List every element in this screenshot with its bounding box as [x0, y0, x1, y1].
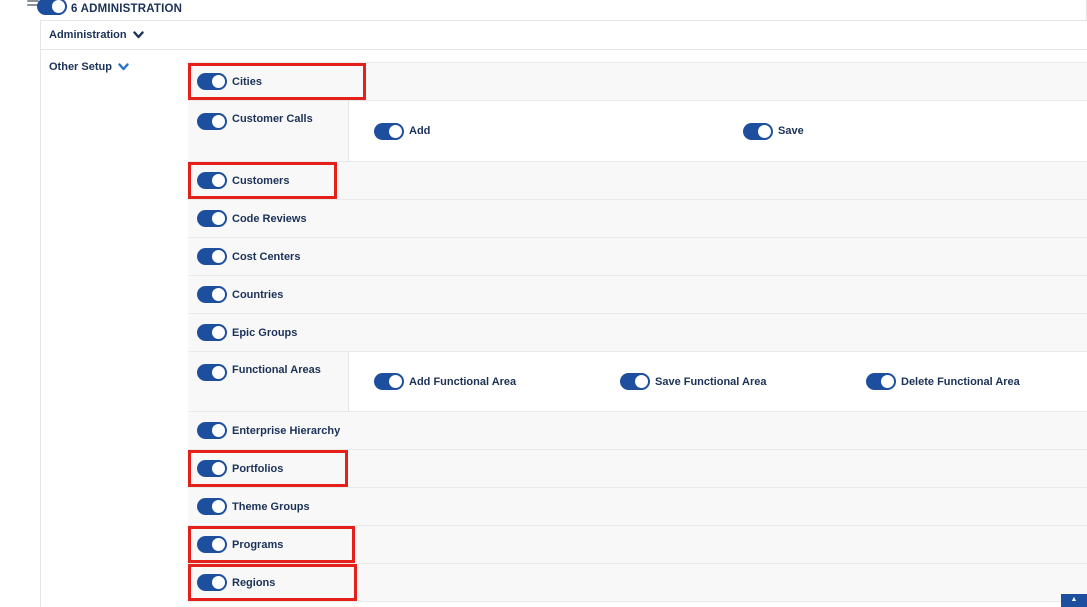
row-label: Functional Areas	[232, 364, 321, 376]
row-customer-calls: Customer Calls Add Save	[188, 101, 1087, 162]
row-customers: Customers	[188, 162, 1087, 200]
row-cost-centers: Cost Centers	[188, 238, 1087, 276]
row-label: Customers	[232, 175, 289, 187]
toggle-theme-groups[interactable]	[197, 498, 226, 515]
toggle-customers[interactable]	[197, 172, 226, 189]
toggle-enterprise-hierarchy[interactable]	[197, 422, 226, 439]
administration-panel: Administration Other Setup Cities	[40, 20, 1087, 607]
highlight-box: Portfolios	[188, 450, 348, 487]
toggle-cities[interactable]	[197, 73, 226, 90]
row-portfolios: Portfolios	[188, 450, 1087, 488]
row-label: Enterprise Hierarchy	[232, 425, 340, 437]
toggle-cost-centers[interactable]	[197, 248, 226, 265]
row-epic-groups: Epic Groups	[188, 314, 1087, 352]
row-label: Programs	[232, 539, 283, 551]
toggle-customer-calls[interactable]	[197, 113, 226, 130]
row-label: Theme Groups	[232, 501, 310, 513]
toggle-customer-calls-add[interactable]	[374, 123, 403, 140]
toggle-code-reviews[interactable]	[197, 210, 226, 227]
toggle-epic-groups[interactable]	[197, 324, 226, 341]
toggle-portfolios[interactable]	[197, 460, 226, 477]
functional-areas-subpanel: Add Functional Area Save Functional Area…	[348, 352, 1087, 411]
toggle-add-functional-area[interactable]	[374, 373, 403, 390]
customer-calls-subpanel: Add Save	[348, 101, 1087, 161]
sidebar-title-label: Other Setup	[49, 61, 112, 73]
page-title: 6 ADMINISTRATION	[71, 0, 182, 15]
row-countries: Countries	[188, 276, 1087, 314]
row-label: Portfolios	[232, 463, 283, 475]
row-label: Cities	[232, 76, 262, 88]
toggle-customer-calls-save[interactable]	[743, 123, 772, 140]
section-title: Administration	[49, 29, 127, 41]
chevron-down-icon	[118, 63, 129, 71]
toggle-programs[interactable]	[197, 536, 226, 553]
row-programs: Programs	[188, 526, 1087, 564]
highlight-box: Cities	[188, 63, 366, 100]
sub-label: Save	[778, 125, 804, 137]
row-functional-areas: Functional Areas Add Functional Area Sav…	[188, 352, 1087, 412]
toggle-functional-areas[interactable]	[197, 364, 226, 381]
toggle-administration-master[interactable]	[37, 0, 66, 15]
highlight-box: Customers	[188, 162, 337, 199]
sub-label: Save Functional Area	[655, 376, 766, 388]
toggle-regions[interactable]	[197, 574, 226, 591]
highlight-box: Programs	[188, 526, 355, 563]
chevron-down-icon	[133, 31, 144, 39]
sub-label: Delete Functional Area	[901, 376, 1020, 388]
row-label: Customer Calls	[232, 113, 313, 125]
row-label: Cost Centers	[232, 251, 300, 263]
row-label: Countries	[232, 289, 283, 301]
highlight-box: Regions	[188, 564, 357, 601]
scroll-up-icon[interactable]: ▲	[1061, 594, 1087, 607]
row-enterprise-hierarchy: Enterprise Hierarchy	[188, 412, 1087, 450]
section-header-administration[interactable]: Administration	[41, 21, 1087, 50]
row-regions: Regions	[188, 564, 1087, 602]
toggle-save-functional-area[interactable]	[620, 373, 649, 390]
toggle-countries[interactable]	[197, 286, 226, 303]
sub-label: Add	[409, 125, 430, 137]
row-label: Regions	[232, 577, 275, 589]
row-code-reviews: Code Reviews	[188, 200, 1087, 238]
sub-label: Add Functional Area	[409, 376, 516, 388]
row-label: Code Reviews	[232, 213, 307, 225]
row-theme-groups: Theme Groups	[188, 488, 1087, 526]
sidebar-other-setup: Other Setup	[41, 50, 188, 73]
top-header: 6 ADMINISTRATION	[0, 0, 1087, 20]
row-label: Epic Groups	[232, 327, 297, 339]
sidebar-header-other-setup[interactable]: Other Setup	[49, 61, 188, 73]
toggle-delete-functional-area[interactable]	[866, 373, 895, 390]
permission-rows: Cities Customer Calls Add Save	[188, 62, 1087, 602]
row-cities: Cities	[188, 63, 1087, 101]
